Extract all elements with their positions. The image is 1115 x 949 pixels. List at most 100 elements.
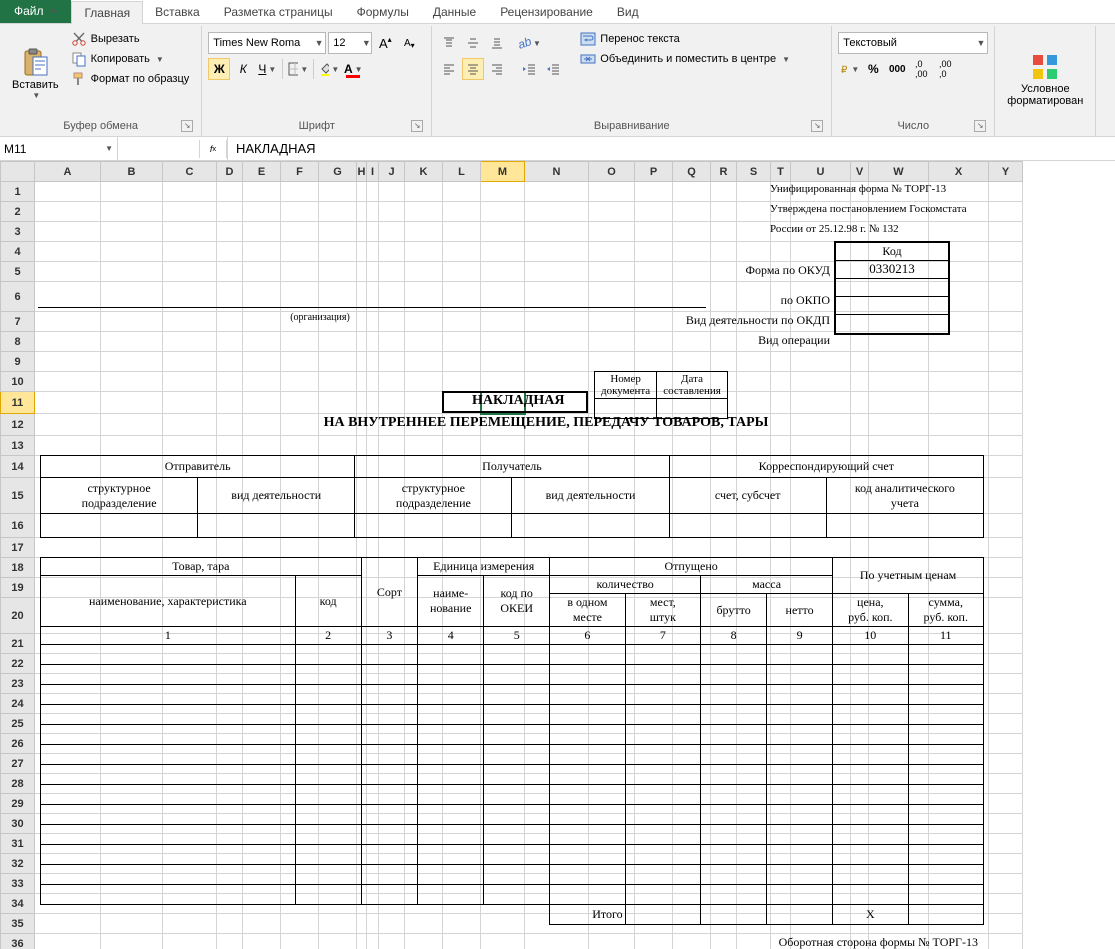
dialog-launcher[interactable]: ↘ bbox=[974, 120, 986, 132]
cell[interactable] bbox=[281, 436, 319, 456]
cell[interactable] bbox=[319, 222, 357, 242]
font-size-combo[interactable]: ▼ bbox=[328, 32, 372, 54]
cell[interactable] bbox=[163, 538, 217, 558]
row-header[interactable]: 20 bbox=[1, 598, 35, 634]
align-left-button[interactable] bbox=[438, 58, 460, 80]
percent-button[interactable]: % bbox=[862, 58, 884, 80]
cell[interactable] bbox=[869, 372, 929, 392]
cell[interactable] bbox=[405, 182, 443, 202]
cell[interactable] bbox=[989, 392, 1023, 414]
cell[interactable] bbox=[771, 372, 791, 392]
cell[interactable] bbox=[35, 352, 101, 372]
row-header[interactable]: 21 bbox=[1, 634, 35, 654]
cell[interactable] bbox=[357, 372, 367, 392]
align-right-button[interactable] bbox=[486, 58, 508, 80]
align-bottom-button[interactable] bbox=[486, 32, 508, 54]
cell[interactable] bbox=[367, 202, 379, 222]
cell[interactable] bbox=[379, 182, 405, 202]
cell[interactable] bbox=[217, 414, 243, 436]
cell[interactable] bbox=[989, 834, 1023, 854]
cell[interactable] bbox=[281, 202, 319, 222]
cell[interactable] bbox=[163, 182, 217, 202]
tab-page-layout[interactable]: Разметка страницы bbox=[212, 0, 345, 23]
shrink-font-button[interactable]: A▾ bbox=[398, 32, 420, 54]
row-header[interactable]: 4 bbox=[1, 242, 35, 262]
cell[interactable] bbox=[525, 352, 589, 372]
cell[interactable] bbox=[525, 242, 589, 262]
cell[interactable] bbox=[379, 222, 405, 242]
cell[interactable] bbox=[357, 182, 367, 202]
row-header[interactable]: 24 bbox=[1, 694, 35, 714]
cell[interactable] bbox=[163, 392, 217, 414]
table-row[interactable] bbox=[41, 645, 984, 665]
paste-button[interactable]: Вставить ▼ bbox=[6, 28, 65, 118]
row-header[interactable]: 11 bbox=[1, 392, 35, 414]
tab-view[interactable]: Вид bbox=[605, 0, 651, 23]
cell[interactable] bbox=[481, 538, 525, 558]
cell[interactable] bbox=[711, 182, 737, 202]
cell[interactable] bbox=[319, 372, 357, 392]
cell[interactable] bbox=[405, 352, 443, 372]
thousands-button[interactable]: 000 bbox=[886, 58, 908, 80]
table-row[interactable] bbox=[41, 725, 984, 745]
cell[interactable] bbox=[405, 392, 443, 414]
column-header[interactable]: A bbox=[35, 162, 101, 182]
cell[interactable] bbox=[635, 538, 673, 558]
row-header[interactable]: 6 bbox=[1, 282, 35, 312]
cell[interactable] bbox=[989, 578, 1023, 598]
cell[interactable] bbox=[869, 414, 929, 436]
cell[interactable] bbox=[281, 222, 319, 242]
cell[interactable] bbox=[163, 352, 217, 372]
cell[interactable] bbox=[525, 182, 589, 202]
chevron-down-icon[interactable]: ▼ bbox=[361, 38, 371, 48]
tab-review[interactable]: Рецензирование bbox=[488, 0, 605, 23]
row-header[interactable]: 13 bbox=[1, 436, 35, 456]
cell[interactable] bbox=[281, 352, 319, 372]
row-header[interactable]: 32 bbox=[1, 854, 35, 874]
cell[interactable] bbox=[217, 242, 243, 262]
row-header[interactable]: 18 bbox=[1, 558, 35, 578]
cell[interactable] bbox=[101, 202, 163, 222]
cell[interactable] bbox=[443, 242, 481, 262]
cell[interactable] bbox=[243, 202, 281, 222]
format-painter-button[interactable]: Формат по образцу bbox=[69, 70, 192, 88]
decrease-indent-button[interactable] bbox=[518, 58, 540, 80]
cut-button[interactable]: Вырезать bbox=[69, 30, 192, 48]
cell[interactable] bbox=[163, 202, 217, 222]
cell[interactable] bbox=[711, 352, 737, 372]
cell[interactable] bbox=[771, 392, 791, 414]
font-name-combo[interactable]: ▼ bbox=[208, 32, 326, 54]
cell[interactable] bbox=[367, 372, 379, 392]
cell[interactable] bbox=[405, 436, 443, 456]
cell[interactable] bbox=[443, 436, 481, 456]
tab-formulas[interactable]: Формулы bbox=[345, 0, 421, 23]
row-header[interactable]: 1 bbox=[1, 182, 35, 202]
cell[interactable] bbox=[673, 436, 711, 456]
cell[interactable] bbox=[481, 242, 525, 262]
cell[interactable] bbox=[711, 202, 737, 222]
cell[interactable] bbox=[771, 538, 791, 558]
cell[interactable] bbox=[771, 242, 791, 262]
cell[interactable] bbox=[869, 436, 929, 456]
cell[interactable] bbox=[481, 436, 525, 456]
row-header[interactable]: 16 bbox=[1, 514, 35, 538]
cell[interactable] bbox=[379, 436, 405, 456]
cell[interactable] bbox=[357, 538, 367, 558]
cell[interactable] bbox=[243, 436, 281, 456]
cell[interactable] bbox=[989, 352, 1023, 372]
table-row[interactable] bbox=[41, 665, 984, 685]
cell[interactable] bbox=[989, 514, 1023, 538]
row-header[interactable]: 14 bbox=[1, 456, 35, 478]
column-header[interactable]: M bbox=[481, 162, 525, 182]
column-header[interactable]: Q bbox=[673, 162, 711, 182]
row-header[interactable]: 35 bbox=[1, 914, 35, 934]
cell[interactable] bbox=[217, 352, 243, 372]
row-header[interactable]: 12 bbox=[1, 414, 35, 436]
cell[interactable] bbox=[379, 934, 405, 949]
cell[interactable] bbox=[481, 372, 525, 392]
cell[interactable] bbox=[481, 202, 525, 222]
row-header[interactable]: 26 bbox=[1, 734, 35, 754]
cell[interactable] bbox=[443, 538, 481, 558]
column-header[interactable]: Y bbox=[989, 162, 1023, 182]
row-header[interactable]: 27 bbox=[1, 754, 35, 774]
